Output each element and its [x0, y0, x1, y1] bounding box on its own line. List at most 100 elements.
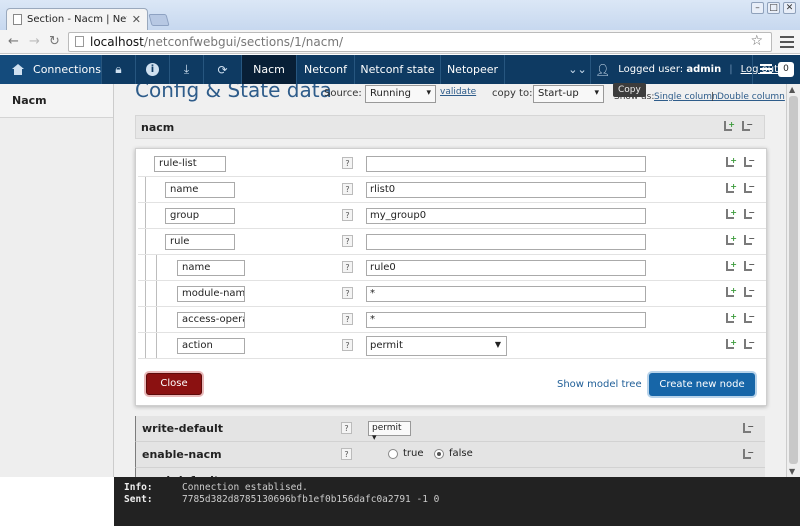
node-value-select[interactable]: permit: [366, 336, 507, 356]
copy-to-select[interactable]: Start-up: [533, 85, 604, 103]
tree-guide-line: [156, 307, 157, 332]
add-node-icon[interactable]: +: [725, 261, 737, 273]
scroll-up-icon[interactable]: ▲: [789, 85, 795, 94]
remove-node-icon[interactable]: −: [742, 423, 754, 435]
add-node-icon[interactable]: +: [725, 287, 737, 299]
address-bar[interactable]: localhost/netconfwebgui/sections/1/nacm/…: [68, 32, 772, 52]
main-content: Config & State data Source: Running vali…: [114, 84, 786, 477]
row-node-actions: + −: [725, 209, 755, 221]
node-name-box[interactable]: rule: [165, 234, 235, 250]
help-icon[interactable]: ?: [342, 209, 353, 221]
validate-link[interactable]: validate: [440, 87, 476, 97]
browser-tab[interactable]: Section - Nacm | Netop ✕: [6, 8, 148, 30]
help-icon[interactable]: ?: [342, 183, 353, 195]
radio-false[interactable]: false: [434, 448, 473, 459]
remove-node-icon[interactable]: −: [743, 157, 755, 169]
reload-icon[interactable]: ↻: [49, 34, 60, 49]
node-value-input[interactable]: [366, 156, 646, 172]
node-name-box[interactable]: module-name: [177, 286, 245, 302]
separator: |: [711, 92, 715, 102]
close-button[interactable]: Close: [146, 373, 202, 395]
row-node-actions: + −: [725, 235, 755, 247]
create-new-node-button[interactable]: Create new node: [649, 373, 755, 396]
close-tab-icon[interactable]: ✕: [132, 13, 141, 26]
scroll-down-icon[interactable]: ▼: [789, 467, 795, 476]
download-button[interactable]: ⤓: [170, 55, 204, 84]
refresh-button[interactable]: ⟳: [204, 55, 242, 84]
tree-guide-line: [156, 281, 157, 306]
radio-true[interactable]: true: [388, 448, 424, 459]
tab-netopeer[interactable]: Netopeer: [441, 55, 505, 84]
add-node-icon[interactable]: +: [725, 209, 737, 221]
node-name-box[interactable]: action: [177, 338, 245, 354]
forward-icon[interactable]: →: [29, 34, 40, 49]
help-icon[interactable]: ?: [342, 261, 353, 273]
info-button[interactable]: i: [136, 55, 170, 84]
expand-tabs-button[interactable]: ⌄⌄: [565, 55, 591, 84]
double-column-link[interactable]: Double column: [717, 92, 785, 102]
help-icon[interactable]: ?: [341, 448, 352, 460]
node-value-input[interactable]: [366, 234, 646, 250]
scroll-thumb[interactable]: [789, 96, 798, 464]
new-tab-button[interactable]: [148, 14, 170, 26]
maximize-icon[interactable]: □: [767, 2, 780, 14]
home-icon: [12, 64, 25, 75]
remove-node-icon[interactable]: −: [743, 183, 755, 195]
close-window-icon[interactable]: ✕: [783, 2, 796, 14]
remove-node-icon[interactable]: −: [743, 313, 755, 325]
remove-node-icon[interactable]: −: [743, 235, 755, 247]
add-node-icon[interactable]: +: [725, 313, 737, 325]
menu-icon[interactable]: [760, 64, 772, 75]
sidebar-item-nacm[interactable]: Nacm: [0, 84, 113, 118]
remove-node-icon[interactable]: −: [742, 449, 754, 461]
node-name-box[interactable]: name: [165, 182, 235, 198]
help-icon[interactable]: ?: [342, 235, 353, 247]
lock-button[interactable]: 🔒︎: [102, 55, 136, 84]
help-icon[interactable]: ?: [341, 422, 352, 434]
help-icon[interactable]: ?: [342, 157, 353, 169]
add-node-dialog: rule-list? + − name? rlist0 + − group? my_group0…: [135, 148, 767, 406]
remove-node-icon[interactable]: −: [743, 209, 755, 221]
node-value-input[interactable]: *: [366, 286, 646, 302]
add-node-icon[interactable]: +: [723, 121, 735, 133]
add-node-icon[interactable]: +: [725, 339, 737, 351]
url-path: /netconfwebgui/sections/1/nacm/: [143, 35, 344, 49]
node-value-input[interactable]: rule0: [366, 260, 646, 276]
node-value-input[interactable]: rlist0: [366, 182, 646, 198]
tree-guide-line: [145, 281, 146, 306]
minimize-icon[interactable]: –: [751, 2, 764, 14]
node-value-input[interactable]: my_group0: [366, 208, 646, 224]
node-value-input[interactable]: *: [366, 312, 646, 328]
help-icon[interactable]: ?: [342, 313, 353, 325]
radio-true-circle[interactable]: [388, 448, 398, 459]
node-name-box[interactable]: rule-list: [154, 156, 226, 172]
source-select[interactable]: Running: [365, 85, 436, 103]
section-title: nacm: [141, 121, 175, 134]
notification-count-badge[interactable]: 0: [778, 62, 794, 77]
node-name-box[interactable]: name: [177, 260, 245, 276]
remove-node-icon[interactable]: −: [741, 121, 753, 133]
help-icon[interactable]: ?: [342, 339, 353, 351]
add-node-icon[interactable]: +: [725, 235, 737, 247]
remove-node-icon[interactable]: −: [743, 339, 755, 351]
add-node-icon[interactable]: +: [725, 183, 737, 195]
node-row: module-name? * + −: [138, 281, 766, 307]
tab-nacm[interactable]: Nacm: [242, 55, 297, 84]
node-name-box[interactable]: access-operat: [177, 312, 245, 328]
bookmark-star-icon[interactable]: ☆: [750, 33, 763, 49]
show-model-tree-link[interactable]: Show model tree: [557, 379, 642, 390]
remove-node-icon[interactable]: −: [743, 261, 755, 273]
write-default-select[interactable]: permit ▾: [368, 421, 411, 443]
page-scrollbar[interactable]: ▲ ▼: [786, 84, 800, 477]
node-name-box[interactable]: group: [165, 208, 235, 224]
help-icon[interactable]: ?: [342, 287, 353, 299]
remove-node-icon[interactable]: −: [743, 287, 755, 299]
back-icon[interactable]: ←: [8, 34, 19, 49]
tab-netconf-state[interactable]: Netconf state: [355, 55, 441, 84]
radio-false-circle[interactable]: [434, 448, 444, 459]
connections-button[interactable]: Connections: [0, 55, 102, 84]
browser-menu-icon[interactable]: [780, 33, 794, 49]
single-column-link[interactable]: Single column: [654, 92, 718, 102]
tab-netconf[interactable]: Netconf: [297, 55, 355, 84]
add-node-icon[interactable]: +: [725, 157, 737, 169]
